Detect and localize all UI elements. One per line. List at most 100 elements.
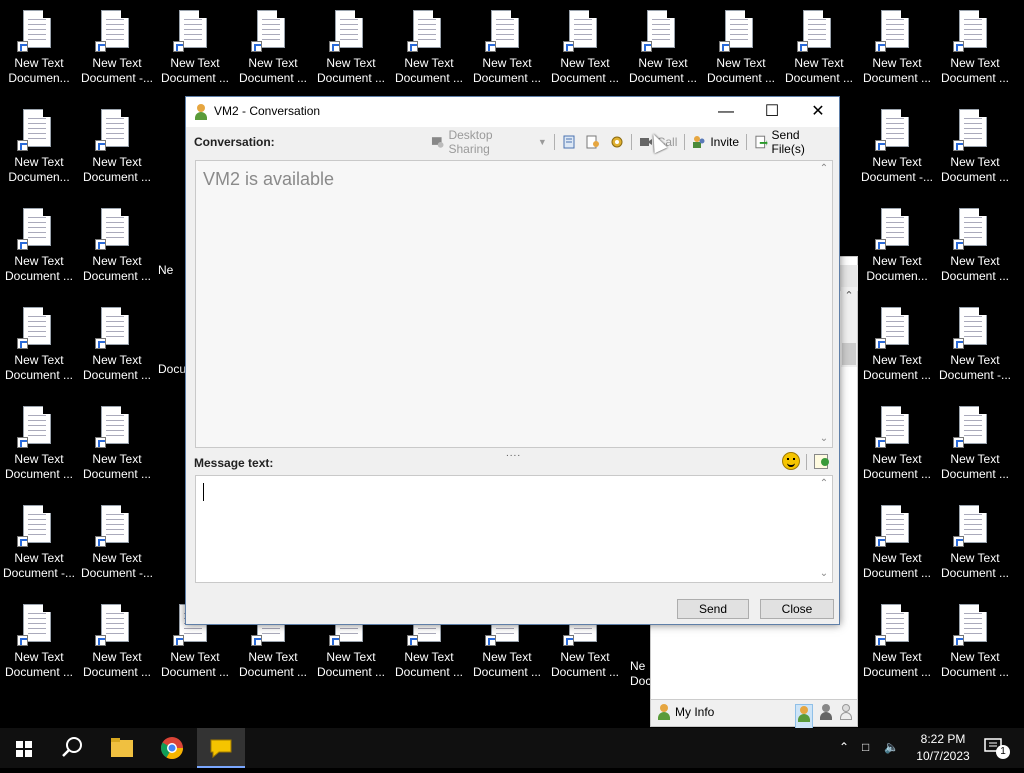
desktop-icon-text-document[interactable]: New Text Document ... <box>0 594 78 693</box>
minimize-button[interactable]: — <box>703 97 749 127</box>
shortcut-arrow-icon <box>407 41 418 52</box>
desktop-icon-text-document[interactable]: New Text Document -... <box>858 99 936 198</box>
close-window-button[interactable]: ✕ <box>795 97 841 127</box>
desktop-icon-text-document[interactable]: New Text Document ... <box>234 0 312 99</box>
file-explorer-button[interactable] <box>98 728 146 768</box>
maximize-button[interactable]: ☐ <box>749 97 795 127</box>
desktop-icon-text-document[interactable]: New Text Document ... <box>78 99 156 198</box>
desktop-icon-text-document[interactable]: New Text Documen... <box>858 198 936 297</box>
windows-logo-icon <box>16 741 32 757</box>
send-button[interactable]: Send <box>677 599 749 619</box>
format-note-icon[interactable] <box>814 454 829 469</box>
desktop-icon-text-document[interactable]: New Text Document -... <box>78 0 156 99</box>
desktop-icon-text-document[interactable]: New Text Document ... <box>936 0 1014 99</box>
desktop-icon-text-document[interactable]: New Text Document ... <box>936 396 1014 495</box>
send-file-icon <box>755 135 768 149</box>
desktop-icon-label: New Text Document ... <box>160 56 230 85</box>
desktop-icon-text-document[interactable]: New Text Document ... <box>78 396 156 495</box>
desktop-icon-text-document[interactable]: New Text Document ... <box>390 0 468 99</box>
offline-status-icon <box>839 704 853 720</box>
contact-info-button[interactable] <box>581 131 605 153</box>
settings-button[interactable] <box>605 131 629 153</box>
message-scrollbar[interactable]: ⌃ ⌄ <box>816 476 832 582</box>
desktop-icon-text-document[interactable]: New Text Document ... <box>936 99 1014 198</box>
away-status-button[interactable] <box>819 704 833 729</box>
conversation-label: Conversation: <box>194 135 275 149</box>
desktop-icon-text-document[interactable]: New Text Document ... <box>936 594 1014 693</box>
invite-users-icon <box>693 136 705 148</box>
desktop-icon-label: New Text Document ... <box>940 56 1010 85</box>
scroll-down-icon[interactable]: ⌄ <box>816 431 832 447</box>
shortcut-arrow-icon <box>563 635 574 646</box>
shortcut-arrow-icon <box>17 437 28 448</box>
scroll-down-icon[interactable]: ⌄ <box>816 566 832 582</box>
desktop-icon-text-document[interactable]: New Text Document -... <box>0 495 78 594</box>
desktop-icon-text-document[interactable]: New Text Document ... <box>858 297 936 396</box>
history-button[interactable] <box>557 131 581 153</box>
desktop-icon-text-document[interactable]: New Text Document ... <box>858 0 936 99</box>
offline-status-button[interactable] <box>839 704 853 729</box>
online-status-button[interactable] <box>795 704 813 729</box>
desktop-sharing-button[interactable]: Desktop Sharing ▼ <box>426 128 552 156</box>
send-files-button[interactable]: Send File(s) <box>749 128 839 156</box>
desktop-icon-text-document[interactable]: New Text Document ... <box>312 0 390 99</box>
shortcut-arrow-icon <box>875 140 886 151</box>
desktop-icon-label-partial: Ne <box>158 263 174 277</box>
action-center-button[interactable]: 1 <box>984 738 1010 759</box>
desktop-icon-text-document[interactable]: New Text Document ... <box>780 0 858 99</box>
desktop-icon-text-document[interactable]: New Text Document ... <box>468 0 546 99</box>
desktop-icon-text-document[interactable]: New Text Document ... <box>78 594 156 693</box>
desktop-icon-text-document[interactable]: New Text Document ... <box>78 297 156 396</box>
toolbar-separator <box>806 454 807 470</box>
chevron-up-icon[interactable]: ⌃ <box>839 740 849 754</box>
my-info-label: My Info <box>675 705 715 719</box>
desktop-icon-text-document[interactable]: New Text Document -... <box>936 297 1014 396</box>
desktop-icon-text-document[interactable]: New Text Document ... <box>858 594 936 693</box>
conversation-history[interactable]: VM2 is available ⌃ ⌄ <box>195 160 833 448</box>
desktop-icon-text-document[interactable]: New Text Document ... <box>624 0 702 99</box>
desktop-icon-label: New Text Document ... <box>82 353 152 382</box>
conversation-scrollbar[interactable]: ⌃ ⌄ <box>816 161 832 447</box>
scroll-up-icon[interactable]: ⌃ <box>816 161 832 177</box>
close-button[interactable]: Close <box>760 599 834 619</box>
desktop-icon-text-document[interactable]: New Text Document ... <box>0 396 78 495</box>
network-icon[interactable]: □ <box>862 740 869 754</box>
desktop-icon-label-partial: Docu <box>158 362 187 376</box>
message-input[interactable]: ⌃ ⌄ <box>195 475 833 583</box>
desktop-icon-label: New Text Document -... <box>2 551 76 580</box>
desktop-icon-label: New Text Document -... <box>860 155 934 184</box>
desktop-sharing-icon <box>431 137 444 148</box>
desktop-icon-text-document[interactable]: New Text Document ... <box>936 198 1014 297</box>
window-titlebar[interactable]: VM2 - Conversation — ☐ ✕ <box>186 97 839 127</box>
scrollbar-thumb[interactable] <box>842 343 856 365</box>
desktop-icon-text-document[interactable]: New Text Document ... <box>858 495 936 594</box>
desktop-icon-text-document[interactable]: New Text Documen... <box>0 99 78 198</box>
desktop-icon-text-document[interactable]: New Text Documen... <box>0 0 78 99</box>
volume-muted-icon[interactable]: 🔈 <box>884 740 899 754</box>
my-info-button[interactable]: My Info <box>657 704 714 720</box>
desktop-icon-text-document[interactable]: New Text Document ... <box>0 198 78 297</box>
shortcut-arrow-icon <box>875 41 886 52</box>
folder-icon <box>111 738 133 757</box>
desktop-icon-text-document[interactable]: New Text Document ... <box>858 396 936 495</box>
invite-button[interactable]: Invite <box>687 131 744 153</box>
desktop-icon-text-document[interactable]: New Text Document ... <box>936 495 1014 594</box>
chrome-button[interactable] <box>148 728 196 768</box>
emoticon-icon[interactable] <box>782 452 800 470</box>
desktop-icon-text-document[interactable]: New Text Document ... <box>0 297 78 396</box>
shortcut-arrow-icon <box>953 140 964 151</box>
desktop-icon-text-document[interactable]: New Text Document ... <box>156 0 234 99</box>
search-button[interactable] <box>48 728 96 768</box>
shortcut-arrow-icon <box>17 338 28 349</box>
desktop-icon-text-document[interactable]: New Text Document ... <box>702 0 780 99</box>
desktop-icon-text-document[interactable]: New Text Document ... <box>78 198 156 297</box>
desktop-icon-label: New Text Document ... <box>862 650 932 679</box>
system-clock[interactable]: 8:22 PM 10/7/2023 <box>905 731 981 765</box>
start-button[interactable] <box>0 728 48 768</box>
pane-splitter-handle[interactable]: .... <box>506 449 521 459</box>
messenger-button[interactable] <box>197 728 245 768</box>
scroll-up-icon[interactable]: ⌃ <box>816 476 832 492</box>
desktop-icon-text-document[interactable]: New Text Document ... <box>546 0 624 99</box>
desktop-icon-text-document[interactable]: New Text Document -... <box>78 495 156 594</box>
scroll-up-arrow-icon[interactable]: ⌃ <box>841 287 857 305</box>
